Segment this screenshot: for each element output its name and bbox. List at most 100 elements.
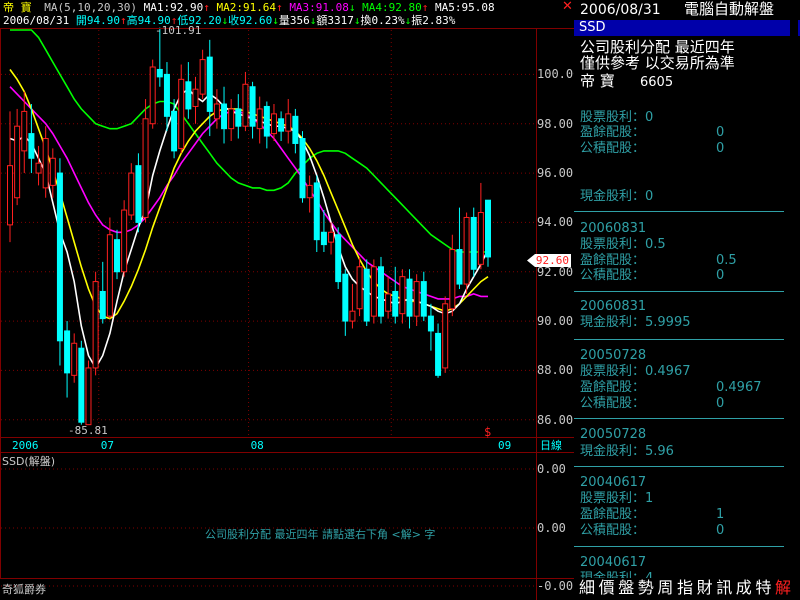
- rec5-earn-label: 盈餘配股：: [580, 507, 646, 522]
- candle-body: [292, 115, 299, 144]
- candle-body: [463, 216, 470, 285]
- candle-body: [192, 88, 199, 107]
- candle: [377, 256, 384, 324]
- rec1-cap-label: 公積配股：: [580, 268, 646, 283]
- candle: [363, 259, 370, 326]
- candle-body: [456, 249, 463, 285]
- candle: [406, 269, 413, 329]
- summary-cap-value: 0: [716, 141, 725, 156]
- rec2-cash-dividend: 現金股利：5.9995: [580, 315, 691, 330]
- candle-body: [78, 347, 85, 423]
- bottom-tab-9[interactable]: 特: [755, 579, 771, 597]
- y-tick-label: 100.00: [537, 67, 581, 82]
- bottom-tab-4[interactable]: 周: [657, 579, 673, 597]
- rec1-cap-value: 0: [716, 268, 725, 283]
- candle: [14, 108, 21, 206]
- candle: [114, 229, 121, 280]
- separator: [574, 546, 784, 547]
- candle: [356, 256, 363, 317]
- candle: [92, 271, 99, 376]
- bottom-tab-3[interactable]: 勢: [638, 579, 654, 597]
- candle-body: [42, 138, 49, 189]
- candle-body: [313, 182, 320, 241]
- candle: [78, 340, 85, 425]
- candle: [370, 259, 377, 324]
- y-tick-label: 94.00: [537, 215, 574, 230]
- candle: [99, 261, 106, 324]
- candle-body: [85, 367, 92, 426]
- candle: [171, 99, 178, 159]
- last-price-value: 92.60: [535, 254, 569, 267]
- rec3-earn-value: 0.4967: [716, 380, 762, 395]
- candle-body: [342, 273, 349, 322]
- candle-body: [128, 172, 135, 216]
- bottom-tab-5[interactable]: 指: [677, 579, 693, 597]
- x-tick-label: 09: [498, 439, 512, 452]
- dividend-event-marker[interactable]: $: [484, 426, 491, 439]
- summary-stock-dividend: 股票股利：0: [580, 110, 654, 125]
- candle-body: [28, 133, 35, 159]
- candle-body: [406, 278, 413, 317]
- separator: [574, 466, 784, 467]
- side-title: 電腦自動解盤: [684, 0, 775, 18]
- candle: [427, 303, 434, 351]
- sub-tick-label: -0.00: [537, 579, 574, 593]
- candle-body: [14, 125, 21, 199]
- candle: [242, 71, 249, 132]
- rec1-date: 20060831: [580, 221, 647, 236]
- period-label[interactable]: 日線: [540, 439, 562, 452]
- candle: [285, 99, 292, 144]
- candle: [392, 266, 399, 324]
- rec1-earn-label: 盈餘配股：: [580, 253, 646, 268]
- candle: [413, 274, 420, 326]
- bottom-tab-0[interactable]: 細: [579, 579, 595, 597]
- y-tick-label: 86.00: [537, 412, 574, 427]
- bottom-tab-7[interactable]: 訊: [716, 579, 732, 597]
- candle-body: [278, 118, 285, 132]
- candle-body: [420, 281, 427, 317]
- bottom-tab-10[interactable]: 解: [775, 579, 791, 597]
- candle-body: [114, 239, 121, 273]
- price-chart[interactable]: [0, 0, 574, 600]
- candle: [485, 199, 491, 267]
- candle: [199, 49, 206, 100]
- candle-body: [256, 108, 263, 130]
- tab-ssd[interactable]: SSD: [579, 20, 606, 36]
- candle-body: [242, 83, 249, 127]
- candle-body: [121, 209, 128, 273]
- candle-body: [106, 234, 113, 317]
- candle-body: [270, 113, 277, 135]
- candle-body: [485, 199, 491, 258]
- bottom-tab-1[interactable]: 價: [599, 579, 615, 597]
- side-scrollbar[interactable]: [790, 20, 798, 578]
- last-price-tag: 92.60: [527, 254, 571, 267]
- candle-body: [335, 234, 342, 283]
- candle: [292, 108, 299, 154]
- candle-body: [363, 268, 370, 322]
- candle: [456, 207, 463, 289]
- candle: [463, 212, 470, 294]
- candle-body: [235, 108, 242, 127]
- separator: [574, 291, 784, 292]
- bottom-tab-8[interactable]: 成: [736, 579, 752, 597]
- candle: [56, 158, 63, 366]
- y-tick-label: 88.00: [537, 363, 574, 378]
- candle-body: [135, 165, 142, 223]
- x-tick-label: 07: [100, 439, 114, 452]
- candle: [135, 153, 142, 233]
- low-annotation-value: 85.81: [74, 424, 108, 437]
- candle-body: [442, 303, 449, 369]
- candle-body: [477, 212, 484, 265]
- candle-body: [385, 293, 392, 312]
- candle-body: [449, 249, 456, 310]
- bottom-tab-2[interactable]: 盤: [618, 579, 634, 597]
- rec3-date: 20050728: [580, 348, 647, 363]
- bottom-tab-6[interactable]: 財: [697, 579, 713, 597]
- summary-earn-value: 0: [716, 125, 725, 140]
- candle: [106, 217, 113, 319]
- candle: [270, 104, 277, 141]
- y-tick-label: 96.00: [537, 166, 574, 181]
- side-stock-name: 帝 寶: [580, 72, 615, 90]
- x-tick-label: 2006: [12, 439, 39, 452]
- candle-body: [392, 290, 399, 317]
